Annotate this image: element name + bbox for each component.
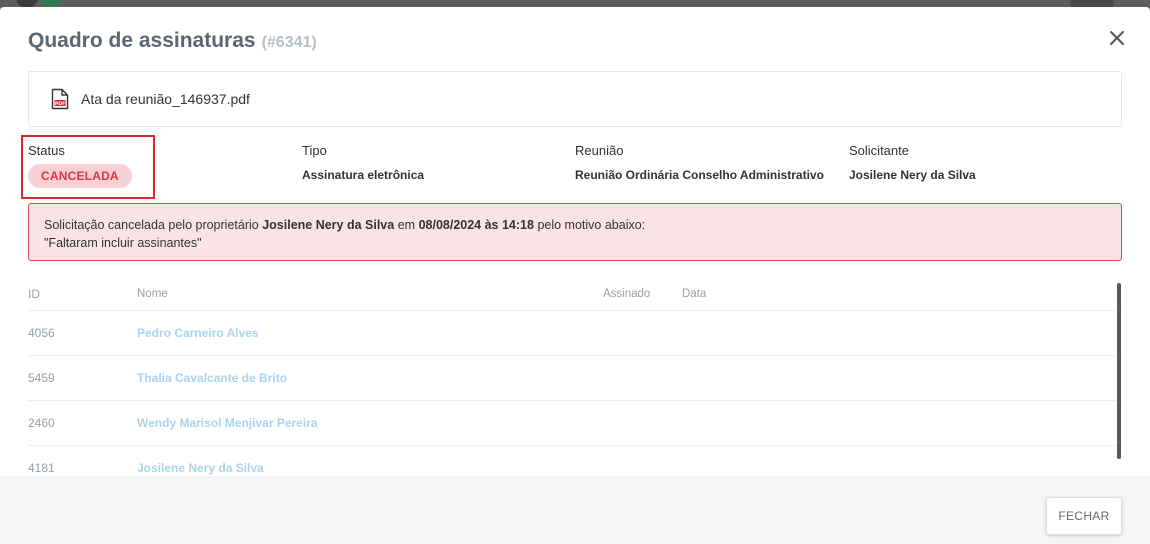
table-header: ID Nome Assinado Data bbox=[28, 277, 1122, 311]
type-label: Tipo bbox=[302, 143, 327, 158]
status-column: Status CANCELADA bbox=[21, 135, 155, 199]
requester-label: Solicitante bbox=[849, 143, 909, 158]
signers-table[interactable]: ID Nome Assinado Data 4056 Pedro Carneir… bbox=[28, 277, 1122, 476]
cancellation-alert: Solicitação cancelada pelo proprietário … bbox=[28, 203, 1122, 261]
table-scrollbar[interactable] bbox=[1117, 283, 1121, 459]
type-column: Tipo Assinatura eletrônica bbox=[302, 141, 424, 182]
alert-owner: Josilene Nery da Silva bbox=[262, 218, 395, 232]
column-header-name[interactable]: Nome bbox=[137, 288, 603, 300]
table-row[interactable]: 4181 Josilene Nery da Silva bbox=[28, 446, 1122, 476]
dialog-title: Quadro de assinaturas bbox=[28, 29, 256, 52]
meeting-value: Reunião Ordinária Conselho Administrativ… bbox=[575, 168, 824, 182]
row-name[interactable]: Thalia Cavalcante de Brito bbox=[137, 371, 603, 385]
alert-message: Solicitação cancelada pelo proprietário … bbox=[44, 216, 1106, 234]
file-name[interactable]: Ata da reunião_146937.pdf bbox=[81, 91, 250, 107]
table-row[interactable]: 2460 Wendy Marisol Menjivar Pereira bbox=[28, 401, 1122, 446]
row-id: 4181 bbox=[28, 461, 55, 475]
dialog-header: Quadro de assinaturas (#6341) bbox=[28, 29, 317, 59]
table-row[interactable]: 4056 Pedro Carneiro Alves bbox=[28, 311, 1122, 356]
status-highlight-box bbox=[21, 135, 155, 199]
row-name[interactable]: Josilene Nery da Silva bbox=[137, 461, 603, 475]
requester-column: Solicitante Josilene Nery da Silva bbox=[849, 141, 976, 182]
meeting-column: Reunião Reunião Ordinária Conselho Admin… bbox=[575, 141, 824, 182]
close-button[interactable]: FECHAR bbox=[1046, 497, 1122, 535]
meeting-label: Reunião bbox=[575, 143, 624, 158]
type-value: Assinatura eletrônica bbox=[302, 168, 425, 182]
close-icon[interactable] bbox=[1106, 27, 1128, 49]
info-row: Status CANCELADA Tipo Assinatura eletrôn… bbox=[21, 135, 1122, 199]
alert-text: Solicitação cancelada pelo proprietário bbox=[44, 218, 259, 232]
row-id: 2460 bbox=[28, 416, 55, 430]
row-id: 5459 bbox=[28, 371, 55, 385]
row-name[interactable]: Pedro Carneiro Alves bbox=[137, 326, 603, 340]
signature-board-dialog: Quadro de assinaturas (#6341) PDF Ata da… bbox=[0, 7, 1150, 544]
alert-text: em bbox=[397, 218, 416, 232]
dialog-id: (#6341) bbox=[261, 34, 317, 51]
requester-value: Josilene Nery da Silva bbox=[849, 168, 976, 182]
column-header-id[interactable]: ID bbox=[28, 287, 137, 301]
table-row[interactable]: 5459 Thalia Cavalcante de Brito bbox=[28, 356, 1122, 401]
column-header-signed[interactable]: Assinado bbox=[603, 288, 682, 300]
alert-reason: "Faltaram incluir assinantes" bbox=[44, 236, 202, 250]
row-name[interactable]: Wendy Marisol Menjivar Pereira bbox=[137, 416, 603, 430]
svg-text:PDF: PDF bbox=[55, 101, 65, 107]
row-id: 4056 bbox=[28, 326, 55, 340]
file-card[interactable]: PDF Ata da reunião_146937.pdf bbox=[28, 71, 1122, 127]
alert-datetime: 08/08/2024 às 14:18 bbox=[418, 218, 534, 232]
dialog-footer: FECHAR bbox=[0, 476, 1150, 544]
pdf-file-icon: PDF bbox=[51, 88, 69, 110]
alert-text: pelo motivo abaixo: bbox=[537, 218, 646, 232]
column-header-date[interactable]: Data bbox=[682, 288, 782, 300]
